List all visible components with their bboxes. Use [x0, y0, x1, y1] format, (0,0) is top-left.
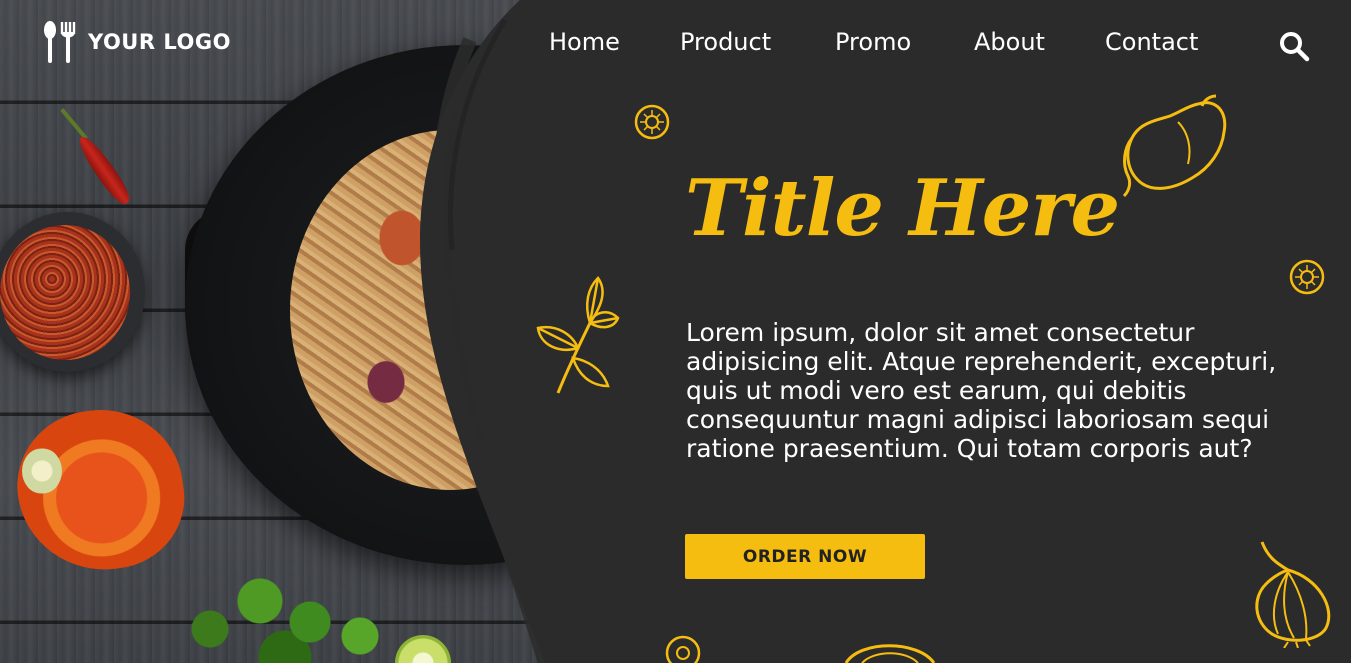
lemon-slice-icon	[665, 635, 701, 663]
hero-title: Title Here	[685, 163, 1120, 254]
nav-contact-link[interactable]: Contact	[1105, 28, 1198, 56]
lemon-slice-icon	[634, 104, 670, 140]
nav-home-link[interactable]: Home	[549, 28, 620, 56]
fork-spoon-icon	[44, 21, 76, 63]
onion-icon	[1255, 541, 1331, 648]
bell-pepper-icon	[1122, 94, 1227, 198]
brand-logo[interactable]: YOUR LOGO	[40, 20, 231, 64]
nav-product-link[interactable]: Product	[680, 28, 771, 56]
hero-description: Lorem ipsum, dolor sit amet consectetur …	[686, 318, 1277, 463]
parsley-icon	[536, 276, 620, 394]
hero-banner: YOUR LOGO Home Product Promo About Conta…	[0, 0, 1351, 663]
lemon-half-icon	[844, 644, 936, 663]
nav-promo-link[interactable]: Promo	[835, 28, 911, 56]
search-icon[interactable]	[1278, 30, 1310, 62]
order-now-button[interactable]: ORDER NOW	[685, 534, 925, 579]
logo-text: YOUR LOGO	[88, 30, 231, 54]
nav-about-link[interactable]: About	[974, 28, 1045, 56]
lemon-slice-icon	[1289, 259, 1325, 295]
